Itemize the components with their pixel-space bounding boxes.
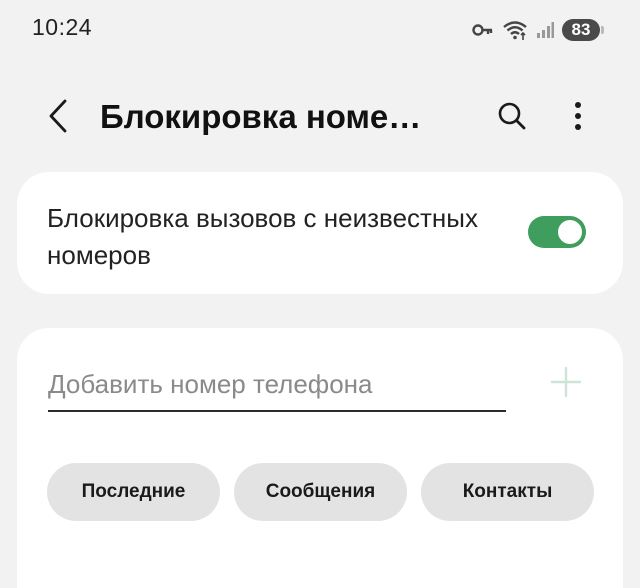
status-time: 10:24 [32,14,93,40]
key-icon [472,23,494,37]
search-icon [497,101,527,136]
phone-number-input[interactable] [48,358,506,412]
block-unknown-label: Блокировка вызовов с неизвестных номеров [47,203,478,270]
switch-knob [558,220,582,244]
source-chips: Последние Сообщения Контакты [47,463,594,521]
add-number-button[interactable] [546,364,586,404]
page-title: Блокировка номе… [100,98,422,135]
battery-icon: 83 [562,19,604,41]
status-icons: 83 [472,15,604,45]
signal-icon [536,21,554,39]
more-vertical-icon [574,101,582,136]
status-bar: 10:24 83 [0,0,640,60]
recent-chip[interactable]: Последние [47,463,220,521]
plus-icon [550,366,582,403]
search-button[interactable] [490,96,534,140]
messages-chip[interactable]: Сообщения [234,463,407,521]
block-unknown-switch[interactable] [528,216,586,248]
add-number-card: Последние Сообщения Контакты [17,328,623,588]
app-header: Блокировка номе… [0,88,640,148]
wifi-icon [502,19,528,41]
contacts-chip[interactable]: Контакты [421,463,594,521]
more-options-button[interactable] [560,96,596,140]
back-button[interactable] [40,96,76,140]
chevron-left-icon [48,99,68,138]
block-unknown-card[interactable]: Блокировка вызовов с неизвестных номеров [17,172,623,294]
